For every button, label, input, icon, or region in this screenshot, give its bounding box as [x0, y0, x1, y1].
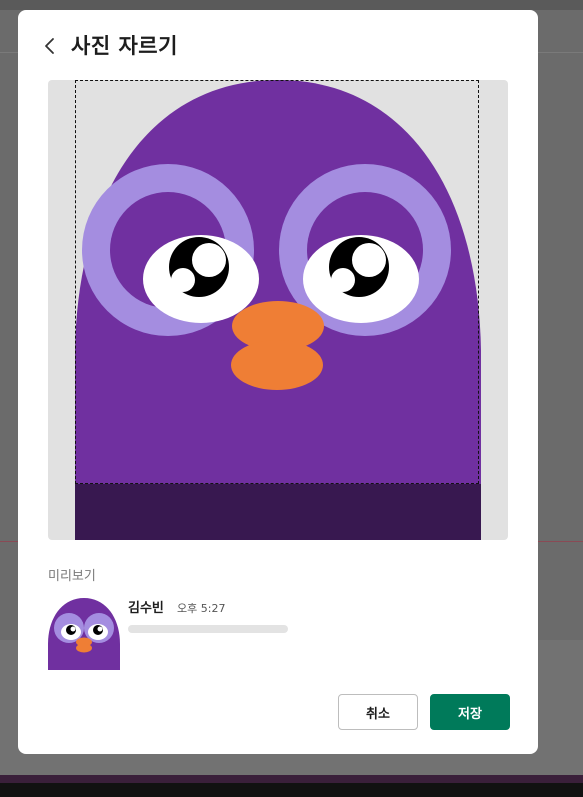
back-button[interactable] — [40, 34, 62, 58]
background-app-footer — [0, 783, 583, 797]
crop-area[interactable] — [48, 80, 508, 540]
preview-user-name: 김수빈 — [128, 601, 164, 616]
dialog-title: 사진 자르기 — [71, 34, 178, 58]
preview-avatar — [48, 598, 120, 670]
preview-message-placeholder — [128, 625, 288, 633]
preview-timestamp: 오후 5:27 — [177, 602, 226, 615]
background-app-statusbar — [0, 775, 583, 783]
background-app-header — [0, 0, 583, 10]
cancel-button[interactable]: 취소 — [338, 694, 418, 730]
chevron-left-icon — [45, 38, 54, 54]
save-button[interactable]: 저장 — [430, 694, 510, 730]
preview-label: 미리보기 — [48, 569, 96, 584]
dialog-header: 사진 자르기 — [18, 10, 538, 80]
crop-selection-box[interactable] — [75, 80, 479, 484]
crop-photo-dialog: 사진 자르기 미리보기 김수빈 오후 5:27 취소 저장 — [18, 10, 538, 754]
